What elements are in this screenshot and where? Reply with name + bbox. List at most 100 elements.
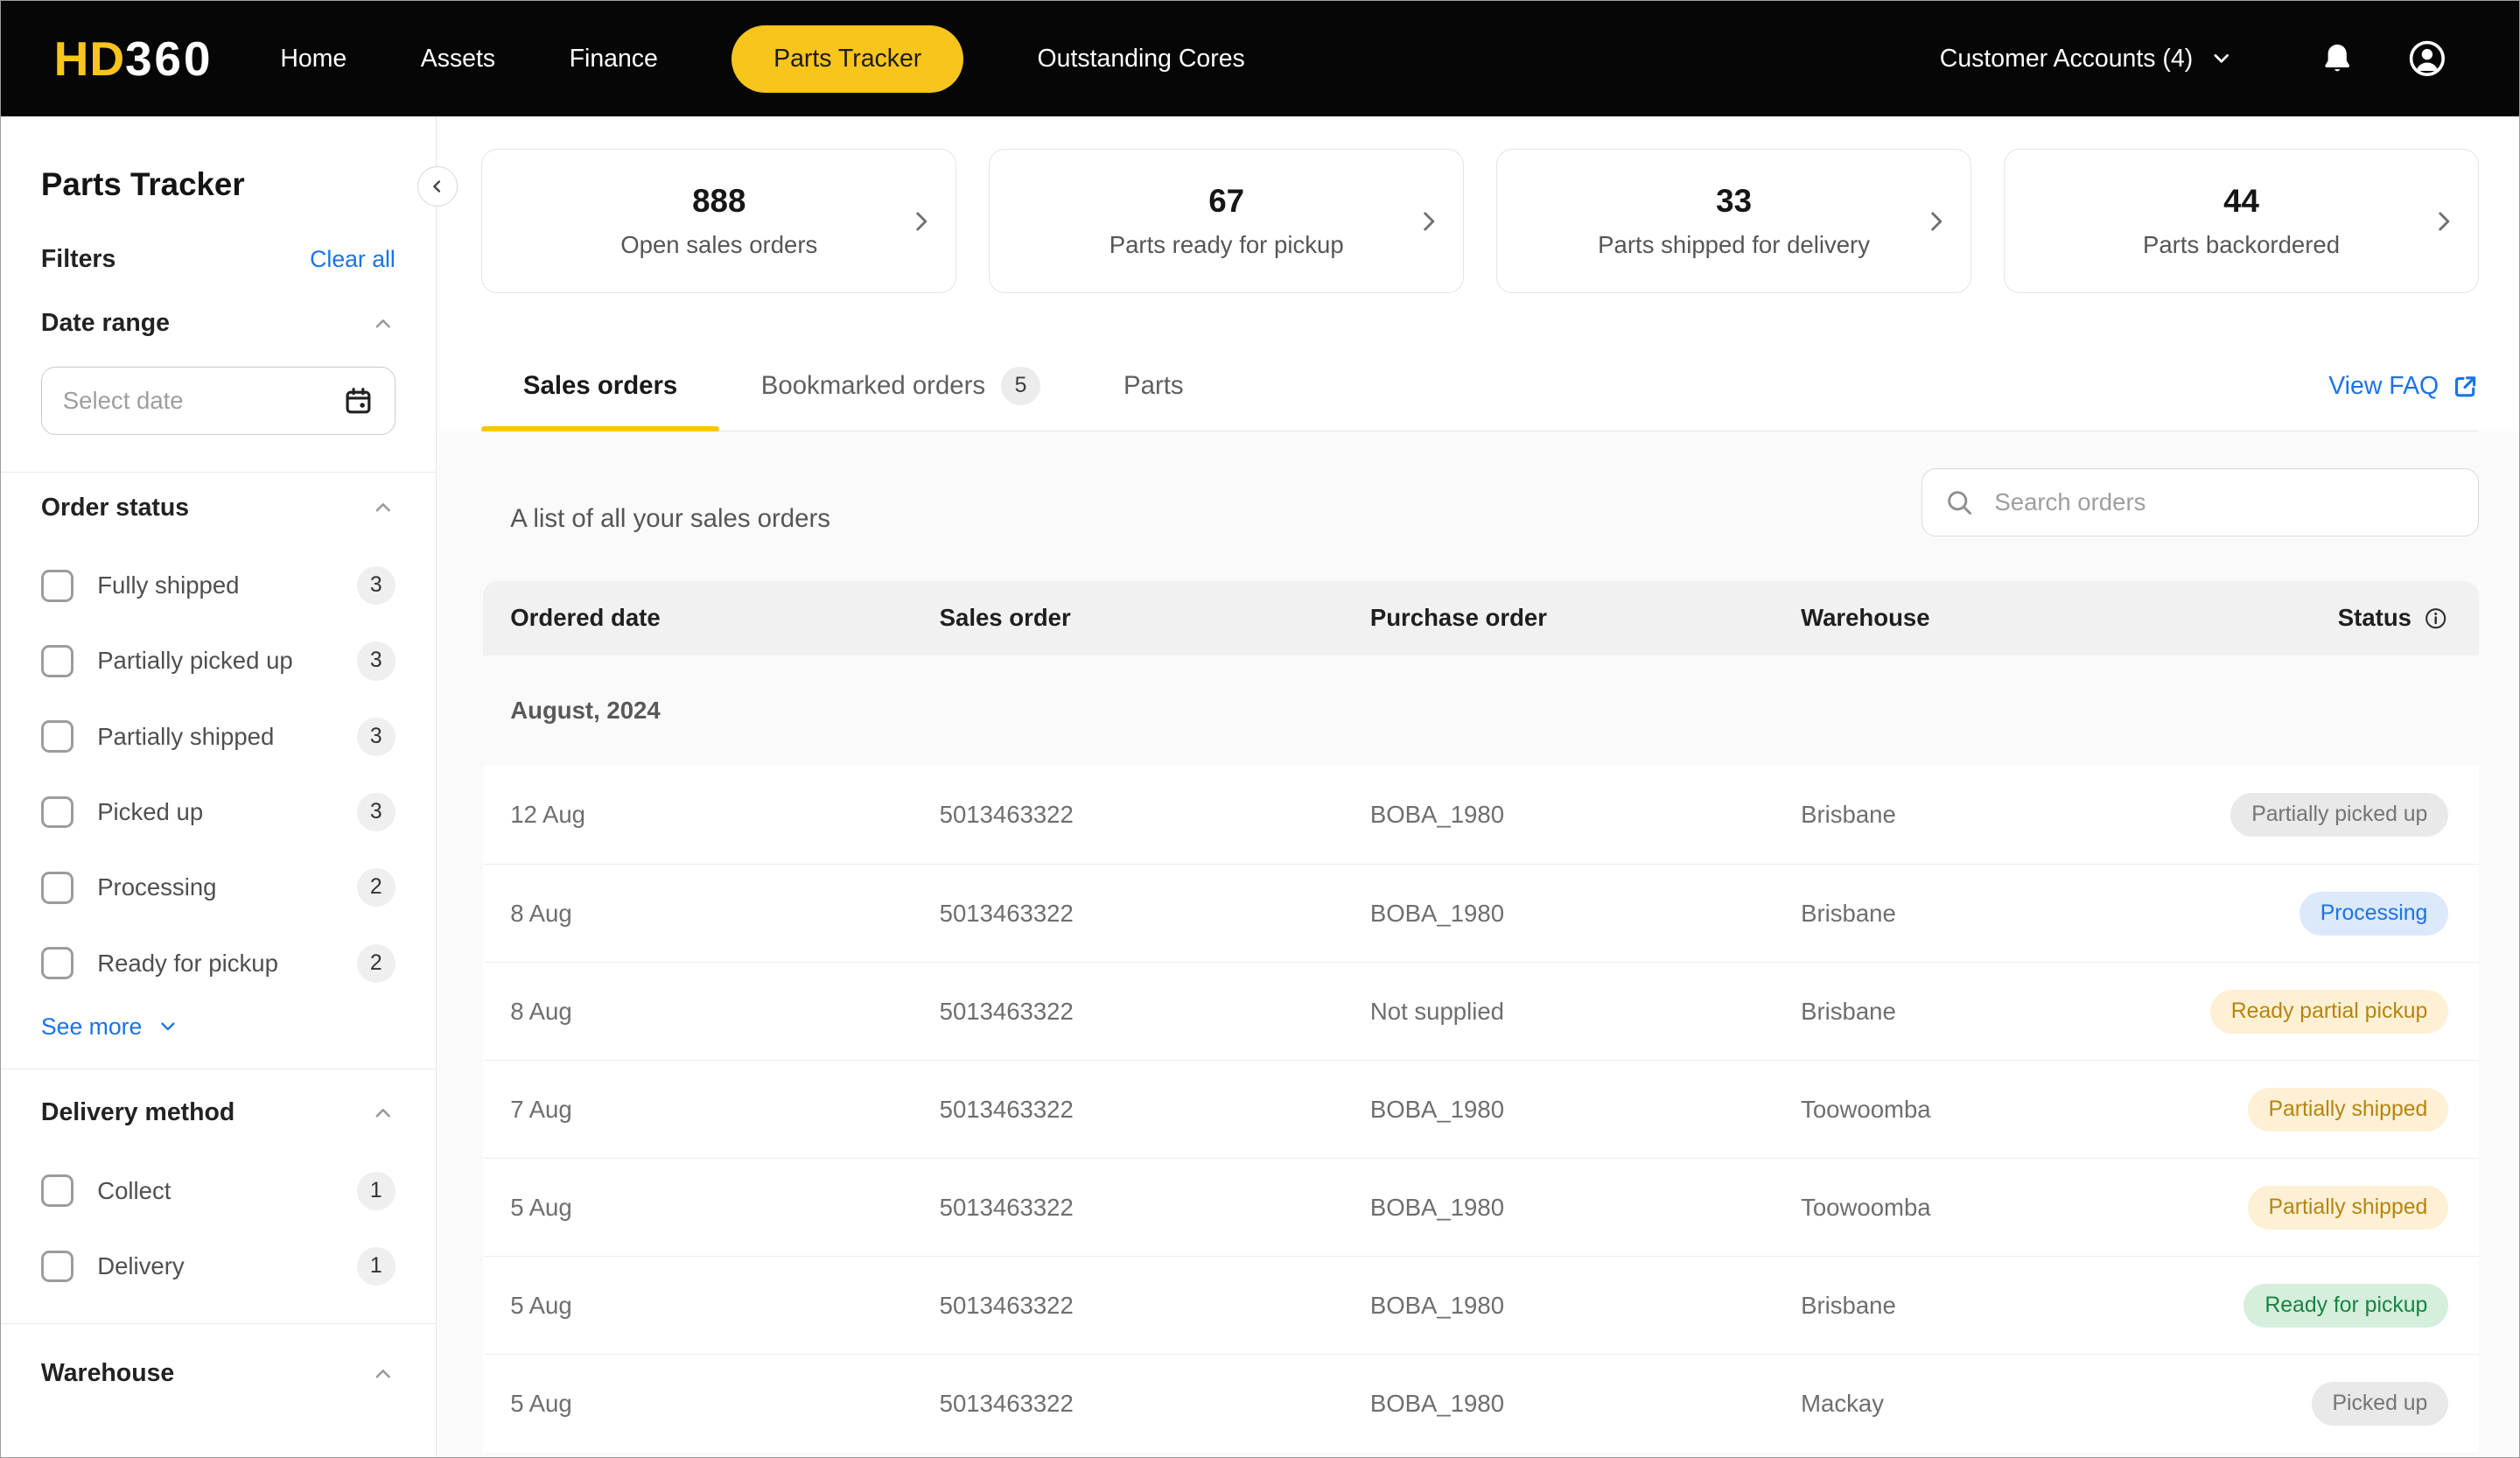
warehouse-section-header[interactable]: Warehouse xyxy=(41,1359,396,1388)
filter-option-partially-shipped[interactable]: Partially shipped 3 xyxy=(40,699,396,775)
orders-panel: A list of all your sales orders Ordered … xyxy=(438,431,2519,1457)
chevron-up-icon[interactable] xyxy=(371,1362,396,1386)
table-row[interactable]: 5 Aug 5013463322 BOBA_1980 Mackay Picked… xyxy=(483,1354,2480,1453)
filters-header-row: Filters Clear all xyxy=(41,245,396,274)
chevron-right-icon xyxy=(2430,207,2457,235)
cell-status: Picked up xyxy=(2187,1382,2479,1426)
external-link-icon xyxy=(2452,373,2479,400)
search-orders-input[interactable] xyxy=(1994,488,2456,517)
sidebar-divider xyxy=(1,1323,436,1324)
checkbox-icon[interactable] xyxy=(40,947,74,980)
filter-option-label: Fully shipped xyxy=(97,571,240,599)
chevron-right-icon xyxy=(907,207,934,235)
sidebar-collapse-button[interactable] xyxy=(416,166,458,207)
status-badge: Partially shipped xyxy=(2247,1186,2449,1230)
cell-sales-order: 5013463322 xyxy=(939,997,1074,1025)
view-faq-label: View FAQ xyxy=(2328,371,2440,400)
table-row[interactable]: 12 Aug 5013463322 BOBA_1980 Brisbane Par… xyxy=(483,766,2480,865)
table-row[interactable]: 5 Aug 5013463322 BOBA_1980 Toowoomba Par… xyxy=(483,1158,2480,1257)
cell-warehouse: Brisbane xyxy=(1801,801,1896,829)
table-row[interactable]: 5 Aug 5013463322 BOBA_1980 Brisbane Read… xyxy=(483,1256,2480,1355)
notifications-bell-icon[interactable] xyxy=(2320,41,2355,76)
warehouse-title: Warehouse xyxy=(40,1359,175,1388)
card-value: 33 xyxy=(1716,183,1753,220)
nav-item-parts-tracker-active[interactable]: Parts Tracker xyxy=(732,25,964,93)
order-status-section-header[interactable]: Order status xyxy=(41,494,396,522)
card-open-sales-orders[interactable]: 888 Open sales orders xyxy=(481,148,957,294)
checkbox-icon[interactable] xyxy=(40,872,74,904)
chevron-down-icon xyxy=(157,1015,179,1038)
nav-item-finance[interactable]: Finance xyxy=(570,45,658,74)
chevron-up-icon[interactable] xyxy=(371,312,396,336)
view-faq-link[interactable]: View FAQ xyxy=(2328,372,2479,401)
card-parts-ready-for-pickup[interactable]: 67 Parts ready for pickup xyxy=(989,148,1465,294)
filter-option-label: Partially shipped xyxy=(97,722,275,750)
table-row[interactable]: 7 Aug 5013463322 BOBA_1980 Toowoomba Par… xyxy=(483,1060,2480,1159)
filter-option-picked-up[interactable]: Picked up 3 xyxy=(40,775,396,850)
cell-warehouse: Brisbane xyxy=(1801,997,1896,1025)
tab-sales-orders[interactable]: Sales orders xyxy=(481,341,720,433)
info-icon[interactable] xyxy=(2423,606,2448,631)
logo-hd: HD xyxy=(53,32,126,87)
tab-parts[interactable]: Parts xyxy=(1082,341,1225,431)
tab-bookmarked-orders[interactable]: Bookmarked orders 5 xyxy=(719,341,1082,431)
cell-ordered-date: 8 Aug xyxy=(510,997,572,1025)
nav-item-home[interactable]: Home xyxy=(280,45,346,74)
customer-accounts-label: Customer Accounts (4) xyxy=(1939,44,2194,73)
filter-option-processing[interactable]: Processing 2 xyxy=(40,850,396,925)
status-badge: Ready partial pickup xyxy=(2209,990,2449,1034)
chevron-up-icon[interactable] xyxy=(371,495,396,520)
cell-warehouse: Brisbane xyxy=(1801,899,1896,927)
sidebar-divider xyxy=(1,471,436,473)
checkbox-icon[interactable] xyxy=(40,1250,74,1283)
order-status-options: Fully shipped 3 Partially picked up 3 Pa… xyxy=(40,548,396,1001)
chevron-up-icon[interactable] xyxy=(371,1101,396,1125)
nav-item-outstanding-cores[interactable]: Outstanding Cores xyxy=(1038,45,1245,74)
parts-tracker-screen: HD 360 Home Assets Finance Parts Tracker … xyxy=(0,0,2520,1458)
cell-sales-order: 5013463322 xyxy=(939,1291,1074,1319)
cell-ordered-date: 8 Aug xyxy=(510,899,572,927)
filter-option-fully-shipped[interactable]: Fully shipped 3 xyxy=(40,548,396,623)
see-more-link[interactable]: See more xyxy=(41,1007,396,1046)
cell-ordered-date: 5 Aug xyxy=(510,1193,572,1221)
month-group-header: August, 2024 xyxy=(510,696,661,724)
date-range-input[interactable]: Select date xyxy=(40,367,396,435)
filters-label: Filters xyxy=(40,244,116,273)
summary-cards-row: 888 Open sales orders 67 Parts ready for… xyxy=(481,148,2480,294)
orders-caption: A list of all your sales orders xyxy=(510,503,830,533)
filter-option-label: Processing xyxy=(97,873,217,901)
cell-status: Processing xyxy=(2187,892,2479,936)
filter-option-ready-for-pickup[interactable]: Ready for pickup 2 xyxy=(40,926,396,1001)
user-avatar-icon[interactable] xyxy=(2406,38,2448,80)
cell-purchase-order: BOBA_1980 xyxy=(1369,1095,1505,1123)
table-row[interactable]: 8 Aug 5013463322 Not supplied Brisbane R… xyxy=(483,962,2480,1061)
checkbox-icon[interactable] xyxy=(40,645,74,677)
filters-sidebar: Parts Tracker Filters Clear all Date ran… xyxy=(1,116,437,1457)
see-more-label: See more xyxy=(40,1013,143,1040)
top-nav: HD 360 Home Assets Finance Parts Tracker … xyxy=(1,1,2519,117)
clear-all-link[interactable]: Clear all xyxy=(310,246,396,273)
delivery-method-options: Collect 1 Delivery 1 xyxy=(40,1153,396,1304)
cell-warehouse: Mackay xyxy=(1801,1389,1885,1417)
checkbox-icon[interactable] xyxy=(40,1174,74,1207)
checkbox-icon[interactable] xyxy=(40,569,74,602)
card-label: Parts shipped for delivery xyxy=(1598,231,1870,259)
checkbox-icon[interactable] xyxy=(40,796,74,829)
column-header-status: Status xyxy=(2187,604,2479,632)
filter-option-partially-picked-up[interactable]: Partially picked up 3 xyxy=(40,623,396,698)
cell-status: Partially shipped xyxy=(2187,1088,2479,1132)
status-badge: Processing xyxy=(2299,892,2449,936)
cell-status: Partially picked up xyxy=(2187,793,2479,838)
nav-item-assets[interactable]: Assets xyxy=(421,45,495,74)
cell-status: Ready partial pickup xyxy=(2187,990,2479,1034)
filter-option-delivery[interactable]: Delivery 1 xyxy=(40,1229,396,1304)
hd360-logo[interactable]: HD 360 xyxy=(54,31,214,87)
card-parts-backordered[interactable]: 44 Parts backordered xyxy=(2003,148,2480,294)
card-parts-shipped-for-delivery[interactable]: 33 Parts shipped for delivery xyxy=(1496,148,1972,294)
delivery-method-section-header[interactable]: Delivery method xyxy=(41,1098,396,1127)
checkbox-icon[interactable] xyxy=(40,720,74,754)
date-range-section-header[interactable]: Date range xyxy=(41,309,396,338)
table-row[interactable]: 8 Aug 5013463322 BOBA_1980 Brisbane Proc… xyxy=(483,864,2480,963)
filter-option-collect[interactable]: Collect 1 xyxy=(40,1153,396,1228)
customer-accounts-dropdown[interactable]: Customer Accounts (4) xyxy=(1940,45,2233,74)
